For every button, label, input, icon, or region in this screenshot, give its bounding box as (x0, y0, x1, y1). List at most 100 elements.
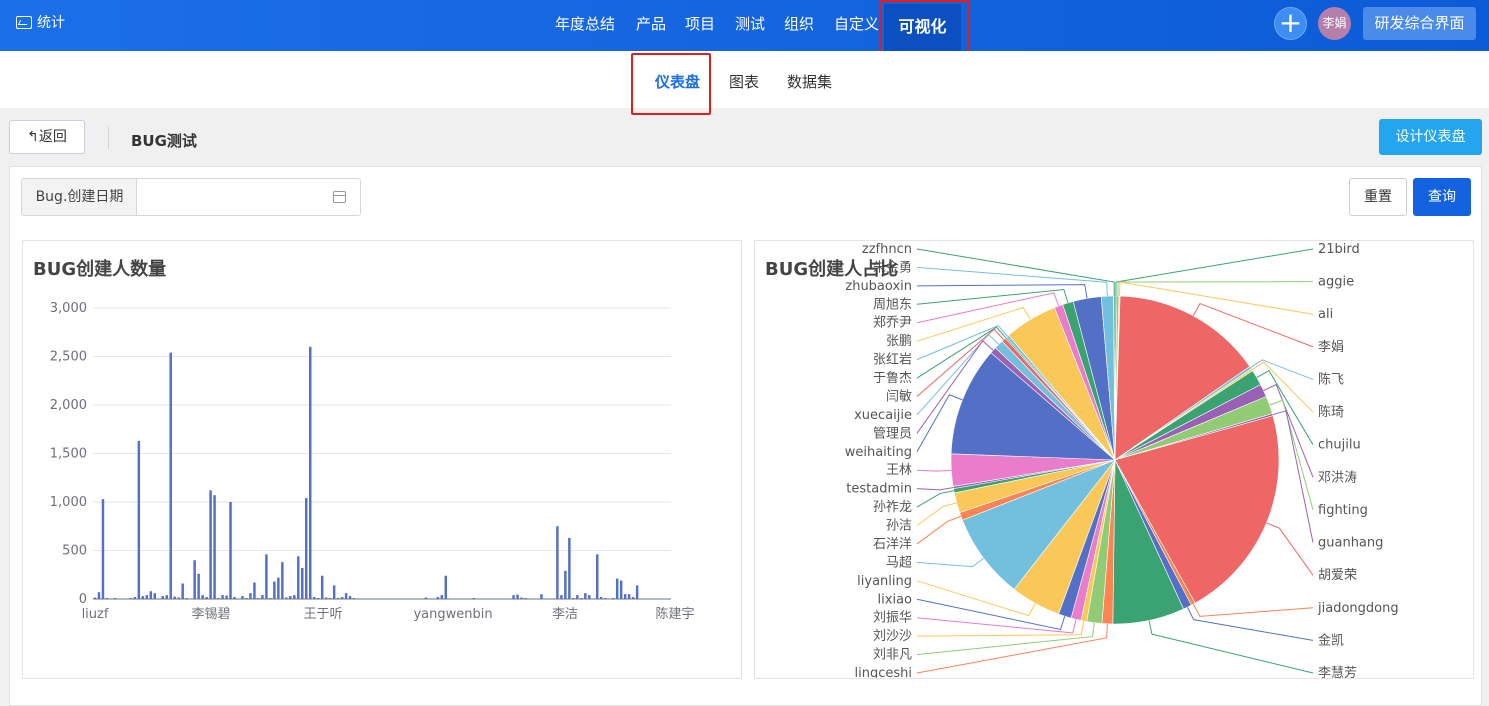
bar (217, 598, 220, 599)
nav-test[interactable]: 测试 (735, 13, 765, 34)
pie-label-line (1250, 359, 1314, 380)
pie-label-line (1115, 248, 1314, 297)
bar (520, 597, 523, 599)
bar (137, 440, 141, 599)
subnav-charts[interactable]: 图表 (729, 71, 759, 92)
pie-label: 石洋洋 (873, 537, 912, 552)
bar (348, 596, 352, 599)
pie-label-line (1192, 603, 1314, 617)
pie-label-line (916, 288, 1069, 305)
bar (129, 598, 133, 599)
dashboard-content: Bug.创建日期 重置 查询 BUG创建人数量 0 500 1,000 1,500 2,… (9, 166, 1482, 706)
bar (197, 573, 200, 599)
y-tick-label: 0 (79, 592, 87, 607)
design-dashboard-button[interactable]: 设计仪表盘 (1379, 119, 1482, 155)
bar (631, 597, 635, 599)
pie-label: 于鲁杰 (873, 371, 912, 386)
pie-label: 刘振华 (873, 611, 912, 626)
bar (324, 597, 328, 599)
pie-label: lixiao (878, 592, 912, 607)
bar (281, 562, 284, 599)
pie-label: chujilu (1318, 438, 1361, 453)
bar (352, 598, 356, 599)
calendar-icon[interactable] (333, 191, 346, 203)
pie-label: 张鹏 (886, 334, 912, 349)
bar (309, 346, 312, 599)
pie-label: testadmin (846, 482, 912, 497)
pie-label: 张红岩 (873, 352, 912, 368)
bar (273, 581, 276, 599)
y-tick-label: 500 (62, 544, 87, 559)
bar (257, 598, 260, 599)
bar (153, 593, 157, 599)
back-button[interactable]: ↰返回 (9, 120, 85, 154)
switch-interface-button[interactable]: 研发综合界面 (1363, 7, 1476, 40)
nav-visualization[interactable]: 可视化 (884, 4, 961, 51)
bar (149, 591, 153, 599)
pie-label-line (1266, 522, 1314, 576)
bar (97, 592, 101, 599)
bar (568, 537, 571, 599)
bug-created-date-input[interactable] (136, 178, 361, 216)
bar (328, 598, 332, 599)
pie-label-line (916, 266, 1108, 297)
pie-label: 21bird (1318, 242, 1360, 257)
nav-organization[interactable]: 组织 (784, 13, 814, 34)
subnav-datasets[interactable]: 数据集 (787, 71, 832, 92)
bar (249, 593, 252, 599)
x-tick-label: 陈建宇 (655, 606, 694, 622)
pie-label: 李娟 (1318, 340, 1344, 355)
bar (627, 594, 631, 599)
pie-label: 孙洁 (886, 519, 912, 534)
bar (584, 593, 587, 599)
nav-product[interactable]: 产品 (636, 13, 666, 34)
bar (305, 498, 308, 599)
back-button-label: 返回 (38, 129, 67, 145)
bar (245, 598, 248, 599)
bar (312, 597, 316, 599)
bar (316, 598, 320, 599)
pie-label: 管理员 (873, 426, 912, 441)
bar (141, 596, 145, 599)
pie-label-line (916, 487, 954, 491)
y-tick-label: 1,000 (50, 495, 87, 510)
bug-creator-share-pie-chart: 21bird aggie ali 李娟陈飞陈琦 chujilu 邓洪涛 fighting gu… (845, 242, 1399, 681)
user-avatar[interactable]: 李娟 (1318, 7, 1351, 40)
subnav-dashboard[interactable]: 仪表盘 (655, 71, 700, 92)
bar (600, 597, 603, 599)
create-plus-button[interactable]: + (1274, 7, 1307, 40)
pie-label: zhubaoxin (845, 279, 912, 294)
nav-custom[interactable]: 自定义 (834, 13, 879, 34)
pie-chart-title: BUG创建人占比 (765, 259, 899, 280)
y-tick-label: 2,500 (50, 350, 87, 365)
y-tick-label: 2,000 (50, 398, 87, 413)
bar (560, 595, 563, 599)
bar (265, 554, 268, 599)
reset-button[interactable]: 重置 (1349, 178, 1407, 216)
pie-label-line (916, 248, 1115, 297)
bar (133, 597, 137, 599)
x-tick-label: 王于听 (303, 607, 342, 622)
pie-label: 周旭东 (873, 297, 912, 312)
pie-label: 郑乔尹 (873, 316, 912, 331)
sub-navbar: 仪表盘 图表 数据集 (0, 51, 1489, 108)
bar (619, 580, 623, 599)
nav-project[interactable]: 项目 (685, 13, 715, 34)
nav-annual-summary[interactable]: 年度总结 (555, 13, 615, 34)
bar (603, 598, 607, 599)
bar-chart-card: BUG创建人数量 0 500 1,000 1,500 2,000 2,500 3,000 li… (22, 240, 742, 679)
pie-label: ali (1318, 307, 1333, 322)
bar (221, 595, 224, 599)
bar (572, 598, 575, 599)
bar (213, 495, 216, 599)
pie-chart-card: BUG创建人占比 21bird aggie ali 李娟 陈飞 陈琦 chujilu 邓洪涛 f… (754, 240, 1474, 681)
app-brand[interactable]: 统计 (16, 12, 65, 32)
dashboard-toolbar: ↰返回 BUG测试 设计仪表盘 (0, 108, 1489, 166)
pie-label: 刘沙沙 (873, 629, 912, 644)
bar (540, 594, 543, 599)
bar (277, 577, 280, 599)
bar (93, 597, 97, 599)
pie-label: fighting (1318, 503, 1368, 518)
query-button[interactable]: 查询 (1413, 178, 1471, 216)
bar (161, 596, 164, 599)
